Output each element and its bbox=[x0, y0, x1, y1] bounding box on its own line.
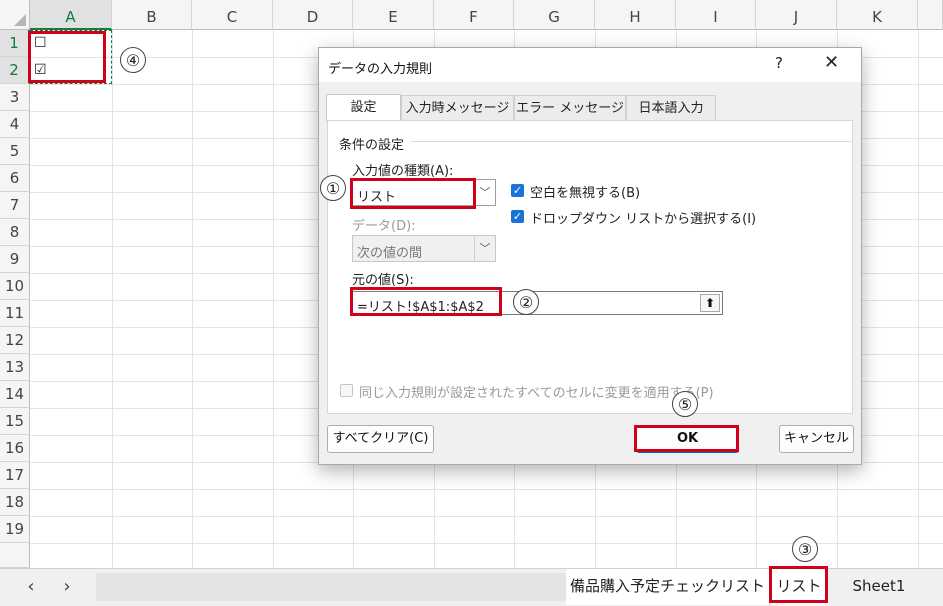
help-icon[interactable]: ? bbox=[775, 54, 783, 72]
criteria-group-label: 条件の設定 bbox=[339, 138, 405, 153]
data-select-value: 次の値の間 bbox=[357, 246, 423, 261]
data-label: データ(D): bbox=[352, 219, 416, 234]
row-header-9[interactable]: 9 bbox=[0, 246, 30, 273]
row-header-6[interactable]: 6 bbox=[0, 165, 30, 192]
highlight-allow-select bbox=[350, 178, 476, 209]
sheet-tab-bar: ‹ › 備品購入予定チェックリスト リスト Sheet1 bbox=[0, 566, 943, 606]
column-header-e[interactable]: E bbox=[353, 0, 434, 30]
dialog-title: データの入力規則 bbox=[328, 62, 433, 77]
row-header-1[interactable]: 1 bbox=[0, 30, 30, 57]
source-label: 元の値(S): bbox=[352, 273, 414, 288]
tab-settings[interactable]: 設定 bbox=[326, 94, 401, 121]
tab-ime[interactable]: 日本語入力 bbox=[626, 95, 716, 121]
row-header-18[interactable]: 18 bbox=[0, 489, 30, 516]
sheet-tab-checklist[interactable]: 備品購入予定チェックリスト bbox=[566, 569, 770, 605]
column-header-partial[interactable] bbox=[918, 0, 943, 30]
row-header-8[interactable]: 8 bbox=[0, 219, 30, 246]
cancel-button[interactable]: キャンセル bbox=[779, 425, 854, 453]
column-header-g[interactable]: G bbox=[514, 0, 595, 30]
annotation-5: ⑤ bbox=[672, 391, 698, 417]
column-header-h[interactable]: H bbox=[595, 0, 676, 30]
prev-sheet-button[interactable]: ‹ bbox=[19, 575, 43, 599]
row-header-14[interactable]: 14 bbox=[0, 381, 30, 408]
row-header-10[interactable]: 10 bbox=[0, 273, 30, 300]
row-header-17[interactable]: 17 bbox=[0, 462, 30, 489]
row-header-13[interactable]: 13 bbox=[0, 354, 30, 381]
highlight-a1-a2 bbox=[28, 31, 106, 83]
chevron-down-icon: ﹀ bbox=[474, 236, 495, 261]
chevron-down-icon: ﹀ bbox=[474, 180, 495, 205]
row-header-2[interactable]: 2 bbox=[0, 57, 30, 84]
column-header-c[interactable]: C bbox=[192, 0, 273, 30]
row-header-19[interactable]: 19 bbox=[0, 516, 30, 543]
collapse-dialog-icon[interactable]: ⬆ bbox=[700, 294, 720, 312]
highlight-list-tab bbox=[769, 566, 828, 603]
data-select: 次の値の間 ﹀ bbox=[352, 235, 496, 262]
group-divider bbox=[411, 141, 851, 142]
row-header-11[interactable]: 11 bbox=[0, 300, 30, 327]
sheet-tab-sheet1[interactable]: Sheet1 bbox=[838, 569, 920, 605]
in-cell-dropdown-checkbox[interactable]: ✓ bbox=[511, 210, 524, 223]
next-sheet-button[interactable]: › bbox=[55, 575, 79, 599]
tab-input-message[interactable]: 入力時メッセージ bbox=[401, 95, 514, 121]
in-cell-dropdown-label[interactable]: ドロップダウン リストから選択する(I) bbox=[530, 208, 756, 227]
column-header-i[interactable]: I bbox=[676, 0, 756, 30]
row-header-15[interactable]: 15 bbox=[0, 408, 30, 435]
highlight-source-input bbox=[350, 287, 502, 316]
apply-all-label: 同じ入力規則が設定されたすべてのセルに変更を適用する(P) bbox=[359, 386, 714, 401]
allow-label: 入力値の種類(A): bbox=[352, 164, 454, 179]
column-header-a[interactable]: A bbox=[30, 0, 112, 30]
row-header-5[interactable]: 5 bbox=[0, 138, 30, 165]
tab-scroll-area bbox=[96, 573, 566, 601]
apply-all-checkbox bbox=[340, 384, 353, 397]
dialog-titlebar[interactable]: データの入力規則 ? ✕ bbox=[319, 48, 861, 82]
annotation-1: ① bbox=[320, 175, 346, 201]
tab-error-message[interactable]: エラー メッセージ bbox=[514, 95, 626, 121]
annotation-4: ④ bbox=[120, 47, 146, 73]
row-header-16[interactable]: 16 bbox=[0, 435, 30, 462]
select-all-corner[interactable] bbox=[0, 0, 30, 30]
column-header-f[interactable]: F bbox=[434, 0, 514, 30]
annotation-3: ③ bbox=[792, 536, 818, 562]
ignore-blank-checkbox[interactable]: ✓ bbox=[511, 184, 524, 197]
column-header-j[interactable]: J bbox=[756, 0, 837, 30]
row-header-4[interactable]: 4 bbox=[0, 111, 30, 138]
row-header-partial[interactable] bbox=[0, 543, 30, 568]
ignore-blank-label[interactable]: 空白を無視する(B) bbox=[530, 182, 640, 201]
row-header-7[interactable]: 7 bbox=[0, 192, 30, 219]
column-header-k[interactable]: K bbox=[837, 0, 918, 30]
column-header-b[interactable]: B bbox=[112, 0, 192, 30]
column-header-d[interactable]: D bbox=[273, 0, 353, 30]
highlight-ok-button bbox=[634, 425, 739, 452]
clear-all-button[interactable]: すべてクリア(C) bbox=[327, 425, 434, 453]
close-icon[interactable]: ✕ bbox=[824, 52, 839, 73]
row-header-12[interactable]: 12 bbox=[0, 327, 30, 354]
data-validation-dialog: データの入力規則 ? ✕ 設定 入力時メッセージ エラー メッセージ 日本語入力… bbox=[318, 47, 862, 465]
row-header-3[interactable]: 3 bbox=[0, 84, 30, 111]
annotation-2: ② bbox=[513, 289, 539, 315]
